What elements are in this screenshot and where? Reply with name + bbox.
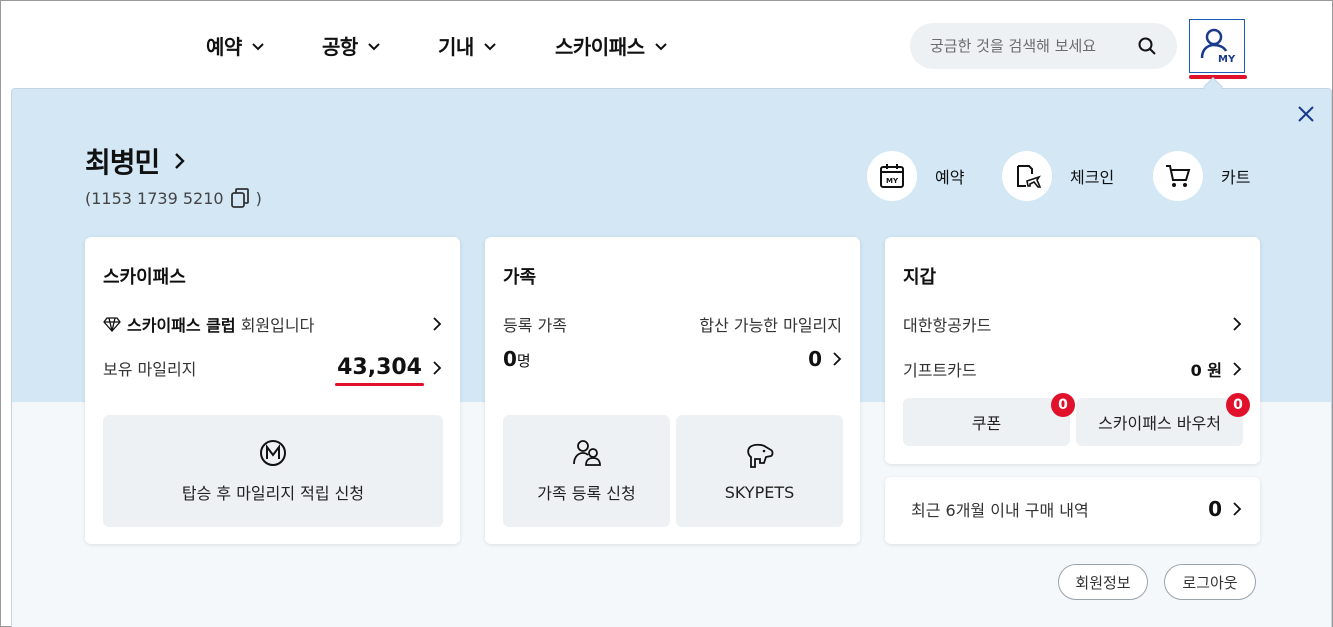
coupon-button[interactable]: 쿠폰 [903,398,1070,446]
gift-card-label: 기프트카드 [903,361,977,380]
mileage-value: 43,304 [335,355,424,386]
nav-item-label: 스카이패스 [555,35,645,59]
wallet-title: 지갑 [903,267,937,288]
quick-link-reservation[interactable]: MY 예약 [867,151,964,201]
my-label: MY [1218,54,1236,65]
nav-item-airport[interactable]: 공항 [322,31,382,60]
club-suffix: 회원입니다 [235,316,315,335]
chevron-right-icon [833,352,842,366]
quick-link-label: 예약 [935,168,965,187]
my-page-button[interactable]: MY [1189,19,1245,73]
kal-card-row[interactable]: 대한항공카드 [903,312,1242,336]
skypets-label: SKYPETS [724,482,795,502]
quick-link-label: 체크인 [1070,168,1115,187]
mileage-label: 보유 마일리지 [103,359,197,379]
club-name: 스카이패스 클럽 [127,316,236,335]
my-page-panel: 최병민 (1153 1739 5210 ) MY 예약 체크인 카트 스카이패스… [11,88,1332,627]
family-card: 가족 등록 가족 합산 가능한 마일리지 0명 0 가족 등록 신청 SKYPE… [485,237,860,544]
family-title: 가족 [503,267,537,288]
chevron-down-icon [252,42,264,50]
chevron-down-icon [484,42,496,50]
mileage-icon [260,440,286,466]
registered-family-count: 0명 [503,347,531,371]
mileage-accrual-button[interactable]: 탑승 후 마일리지 적립 신청 [103,415,443,527]
chevron-down-icon [368,42,380,50]
profile-name-link[interactable]: 최병민 [85,141,187,181]
search-input[interactable] [930,37,1126,55]
member-number-close: ) [255,188,262,208]
profile-name: 최병민 [85,146,160,179]
family-register-label: 가족 등록 신청 [537,484,636,503]
gift-card-row[interactable]: 기프트카드 0 원 [903,357,1242,381]
voucher-count-badge: 0 [1226,393,1250,417]
nav-item-inflight[interactable]: 기내 [438,31,498,60]
accrual-label: 탑승 후 마일리지 적립 신청 [181,484,365,503]
nav-item-label: 예약 [206,35,242,59]
chevron-right-icon [433,360,442,375]
chevron-right-icon [1233,502,1242,516]
quick-link-checkin[interactable]: 체크인 [1002,151,1114,201]
coupon-count-badge: 0 [1051,393,1075,417]
purchase-history-value: 0 [1208,497,1222,521]
svg-text:MY: MY [886,177,899,185]
top-navigation: 예약 공항 기내 스카이패스 MY [1,1,1332,89]
nav-item-label: 기내 [438,35,474,59]
voucher-label: 스카이패스 바우처 [1098,414,1221,433]
voucher-button[interactable]: 스카이패스 바우처 [1076,398,1243,446]
search-icon[interactable] [1137,36,1157,56]
member-number-text: (1153 1739 5210 [85,188,224,208]
kal-card-label: 대한항공카드 [903,316,992,335]
family-values-row[interactable]: 0명 0 [503,347,842,371]
active-indicator [1189,75,1247,79]
quick-link-cart[interactable]: 카트 [1153,151,1250,201]
gift-card-value: 0 원 [1190,361,1222,380]
purchase-history-label: 최근 6개월 이내 구매 내역 [911,501,1089,520]
member-info-button[interactable]: 회원정보 [1058,564,1148,600]
pet-icon [746,443,773,468]
skypets-button[interactable]: SKYPETS [676,415,843,527]
purchase-history-row: 최근 6개월 이내 구매 내역 0 [911,497,1242,521]
member-number: (1153 1739 5210 ) [85,187,262,209]
chevron-right-icon [1233,317,1242,331]
calendar-icon: MY [867,151,917,201]
cart-icon [1153,151,1203,201]
chevron-right-icon [433,317,442,331]
diamond-icon [103,317,121,332]
chevron-right-icon [1233,362,1242,376]
mileage-row[interactable]: 보유 마일리지 43,304 [103,355,442,386]
user-icon: MY [1200,28,1236,65]
nav-item-skypass[interactable]: 스카이패스 [555,31,669,60]
family-labels-row: 등록 가족 합산 가능한 마일리지 [503,312,842,336]
nav-item-reservation[interactable]: 예약 [206,31,266,60]
nav-item-label: 공항 [322,35,358,59]
mileage-underline [335,383,424,386]
family-register-button[interactable]: 가족 등록 신청 [503,415,670,527]
skypass-club-row[interactable]: 스카이패스 클럽 회원입니다 [103,312,442,336]
family-icon [572,440,601,466]
skypass-card: 스카이패스 스카이패스 클럽 회원입니다 보유 마일리지 43,304 탑승 후… [85,237,460,544]
combined-mileage-value: 0 [808,347,822,371]
purchase-history-card[interactable]: 최근 6개월 이내 구매 내역 0 [885,477,1260,544]
registered-family-label: 등록 가족 [503,316,567,335]
logout-button[interactable]: 로그아웃 [1164,564,1256,600]
search-box [910,23,1177,69]
coupon-label: 쿠폰 [971,414,1002,433]
checkin-icon [1002,151,1052,201]
combined-mileage-label: 합산 가능한 마일리지 [699,316,842,335]
quick-link-label: 카트 [1221,168,1251,187]
chevron-right-icon [175,153,185,169]
copy-icon[interactable] [230,187,250,209]
wallet-card: 지갑 대한항공카드 기프트카드 0 원 쿠폰 0 스카이패스 바우처 0 [885,237,1260,464]
close-icon[interactable] [1295,103,1317,125]
skypass-title: 스카이패스 [103,267,186,288]
chevron-down-icon [654,42,667,50]
